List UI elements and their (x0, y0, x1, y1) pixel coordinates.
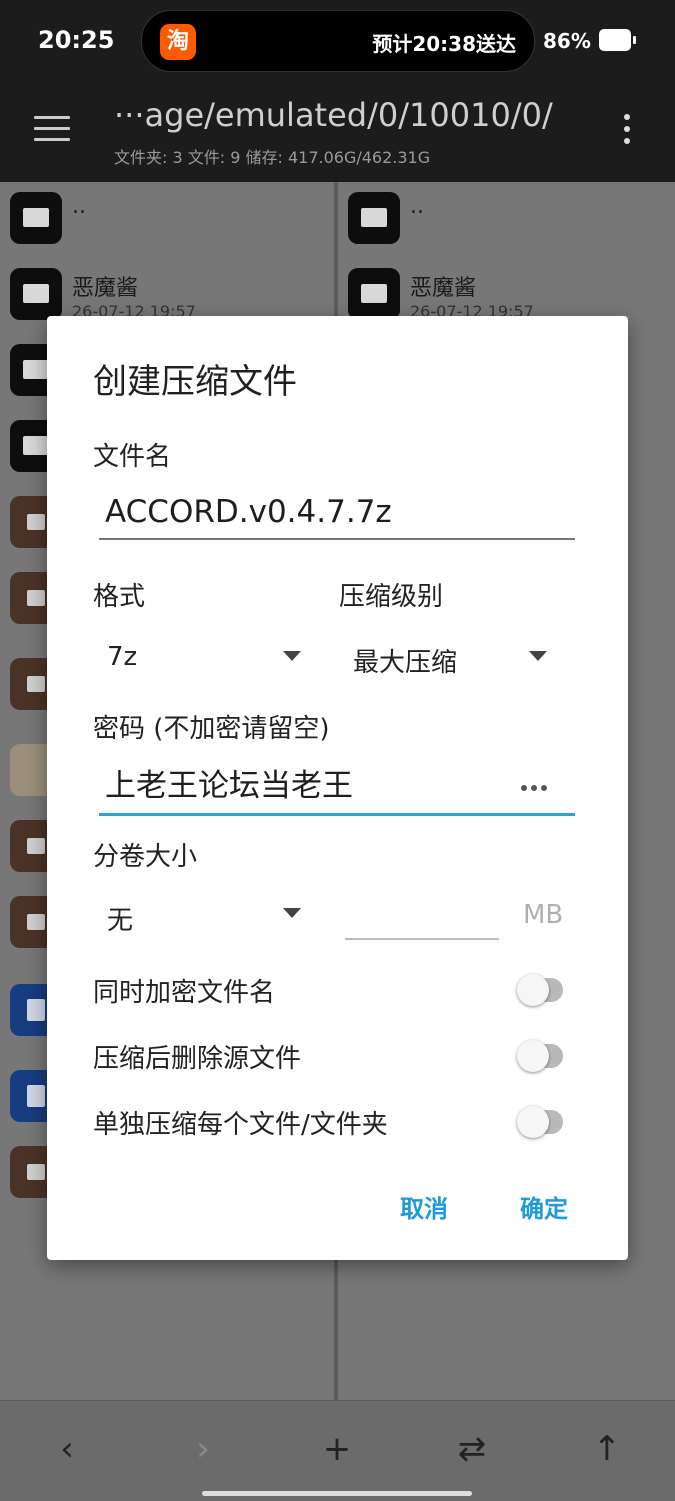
current-path[interactable]: ···age/emulated/0/10010/0/ (114, 96, 553, 134)
volume-size-value: 无 (107, 906, 134, 936)
forward-arrow-icon[interactable]: › (178, 1429, 228, 1469)
create-archive-dialog: 创建压缩文件 文件名 ACCORD.v0.4.7.7z 格式 压缩级别 7z 最… (47, 316, 628, 1260)
filename-input[interactable]: ACCORD.v0.4.7.7z (99, 482, 575, 540)
password-input[interactable]: 上老王论坛当老王 (99, 754, 575, 816)
file-name: .. (410, 194, 424, 219)
format-value: 7z (107, 642, 138, 672)
storage-summary: 文件夹: 3 文件: 9 储存: 417.06G/462.31G (114, 148, 431, 167)
home-indicator[interactable] (202, 1491, 472, 1496)
battery-percent: 86% (543, 29, 591, 53)
encrypt-filenames-label: 同时加密文件名 (93, 978, 276, 1008)
folder-icon (348, 192, 400, 244)
status-time: 20:25 (38, 26, 115, 54)
list-item[interactable]: .. (338, 182, 675, 256)
volume-size-input[interactable] (345, 896, 499, 940)
compress-each-toggle[interactable] (517, 1106, 563, 1138)
ok-button[interactable]: 确定 (520, 1189, 568, 1224)
more-options-icon[interactable] (624, 114, 632, 150)
add-icon[interactable]: + (312, 1429, 362, 1469)
volume-unit: MB (523, 900, 564, 930)
chevron-down-icon (283, 908, 301, 918)
status-bar: 20:25 淘 预计20:38送达 86% (0, 0, 675, 84)
chevron-down-icon (529, 651, 547, 661)
format-label: 格式 (93, 582, 146, 612)
filename-label: 文件名 (93, 442, 172, 472)
list-item[interactable]: .. (0, 182, 334, 256)
volume-size-label: 分卷大小 (93, 842, 198, 872)
battery-icon (599, 29, 636, 51)
app-bar: ···age/emulated/0/10010/0/ 文件夹: 3 文件: 9 … (0, 84, 675, 182)
filename-value: ACCORD.v0.4.7.7z (105, 494, 392, 530)
file-name: 恶魔酱 (72, 276, 139, 301)
delete-source-toggle[interactable] (517, 1040, 563, 1072)
password-value: 上老王论坛当老王 (105, 768, 353, 804)
toggle-thumb (517, 974, 549, 1006)
compress-each-label: 单独压缩每个文件/文件夹 (93, 1110, 388, 1140)
file-name: 恶魔酱 (410, 276, 477, 301)
taobao-app-icon: 淘 (160, 24, 196, 60)
compression-level-value: 最大压缩 (353, 648, 458, 678)
dynamic-island-notification[interactable]: 淘 预计20:38送达 (141, 10, 535, 72)
show-password-icon[interactable] (521, 776, 553, 795)
compression-level-label: 压缩级别 (339, 582, 444, 612)
chevron-down-icon (283, 651, 301, 661)
folder-icon (10, 268, 62, 320)
password-label: 密码 (不加密请留空) (93, 714, 330, 744)
file-name: .. (72, 194, 86, 219)
folder-icon (348, 268, 400, 320)
up-directory-icon[interactable]: ↑ (582, 1429, 632, 1469)
cancel-button[interactable]: 取消 (400, 1189, 448, 1224)
delivery-eta-text: 预计20:38送达 (372, 32, 516, 56)
toggle-thumb (517, 1040, 549, 1072)
encrypt-filenames-toggle[interactable] (517, 974, 563, 1006)
swap-panes-icon[interactable]: ⇄ (447, 1429, 497, 1469)
bottom-toolbar: ‹ › + ⇄ ↑ (0, 1400, 675, 1501)
toggle-thumb (517, 1106, 549, 1138)
back-arrow-icon[interactable]: ‹ (42, 1429, 92, 1469)
delete-source-label: 压缩后删除源文件 (93, 1044, 302, 1074)
hamburger-menu-icon[interactable] (34, 116, 70, 142)
dialog-title: 创建压缩文件 (93, 362, 297, 402)
folder-icon (10, 192, 62, 244)
